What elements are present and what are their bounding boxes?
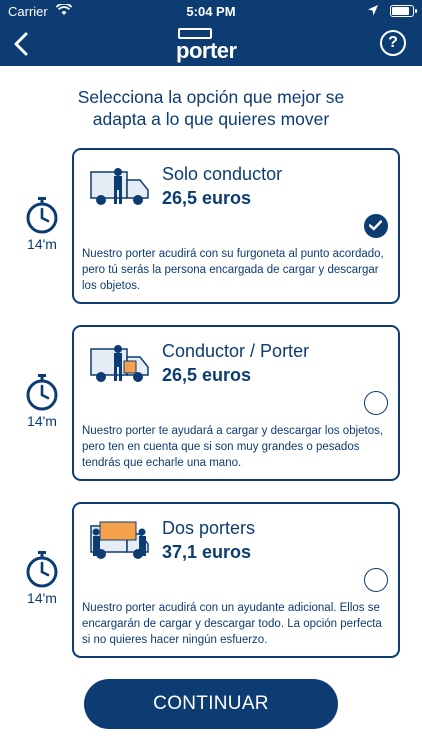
timer: 14'm (22, 550, 62, 606)
timer: 14'm (22, 196, 62, 252)
select-radio[interactable] (364, 568, 388, 592)
option-price: 26,5 euros (162, 365, 252, 385)
question-mark-icon: ? (388, 34, 398, 51)
timer-label: 14'm (27, 413, 57, 429)
check-icon (369, 220, 382, 231)
page-title: Selecciona la opción que mejor se adapta… (0, 86, 422, 130)
option-name: Dos porters (162, 518, 256, 538)
porter-logo: porter (174, 26, 250, 63)
timer-label: 14'm (27, 590, 57, 606)
timer-label: 14'm (27, 236, 57, 252)
chevron-left-icon (14, 32, 28, 56)
back-button[interactable] (8, 28, 38, 60)
battery-icon (390, 5, 417, 17)
option-description: Nuestro porter acudirá con un ayudante a… (82, 602, 382, 646)
two-porters-illustration (90, 521, 149, 559)
option-card[interactable]: Conductor / Porter 26,5 euros Nuestro po… (72, 325, 400, 481)
status-bar: Carrier 5:04 PM (0, 0, 422, 22)
option-price: 37,1 euros (162, 542, 252, 562)
clock: 5:04 PM (186, 4, 236, 19)
continue-button[interactable]: CONTINUAR (84, 679, 338, 729)
title-line-1: Selecciona la opción que mejor se (77, 87, 345, 107)
option-description: Nuestro porter acudirá con su furgoneta … (82, 248, 384, 292)
option-card[interactable]: Solo conductor 26,5 euros Nuestro porter… (72, 148, 400, 304)
truck-driver-illustration (90, 168, 149, 205)
select-radio[interactable] (364, 391, 388, 415)
truck-porter-illustration (90, 345, 149, 382)
nav-bar: porter ? (0, 22, 422, 66)
stopwatch-icon (26, 551, 58, 588)
battery-fill (392, 7, 410, 15)
selected-check-radio[interactable] (364, 214, 388, 238)
option-price: 26,5 euros (162, 188, 252, 208)
timer: 14'm (22, 373, 62, 429)
option-card[interactable]: Dos porters 37,1 euros Nuestro porter ac… (72, 502, 400, 658)
stopwatch-icon (26, 197, 58, 234)
help-button[interactable]: ? (380, 30, 406, 56)
stopwatch-icon (26, 374, 58, 411)
location-arrow-icon (368, 4, 378, 19)
option-name: Conductor / Porter (162, 341, 310, 361)
title-line-2: adapta a lo que quieres mover (92, 109, 330, 129)
option-description: Nuestro porter te ayudará a cargar y des… (82, 425, 384, 469)
logo-text: porter (176, 38, 237, 63)
option-name: Solo conductor (162, 164, 283, 184)
